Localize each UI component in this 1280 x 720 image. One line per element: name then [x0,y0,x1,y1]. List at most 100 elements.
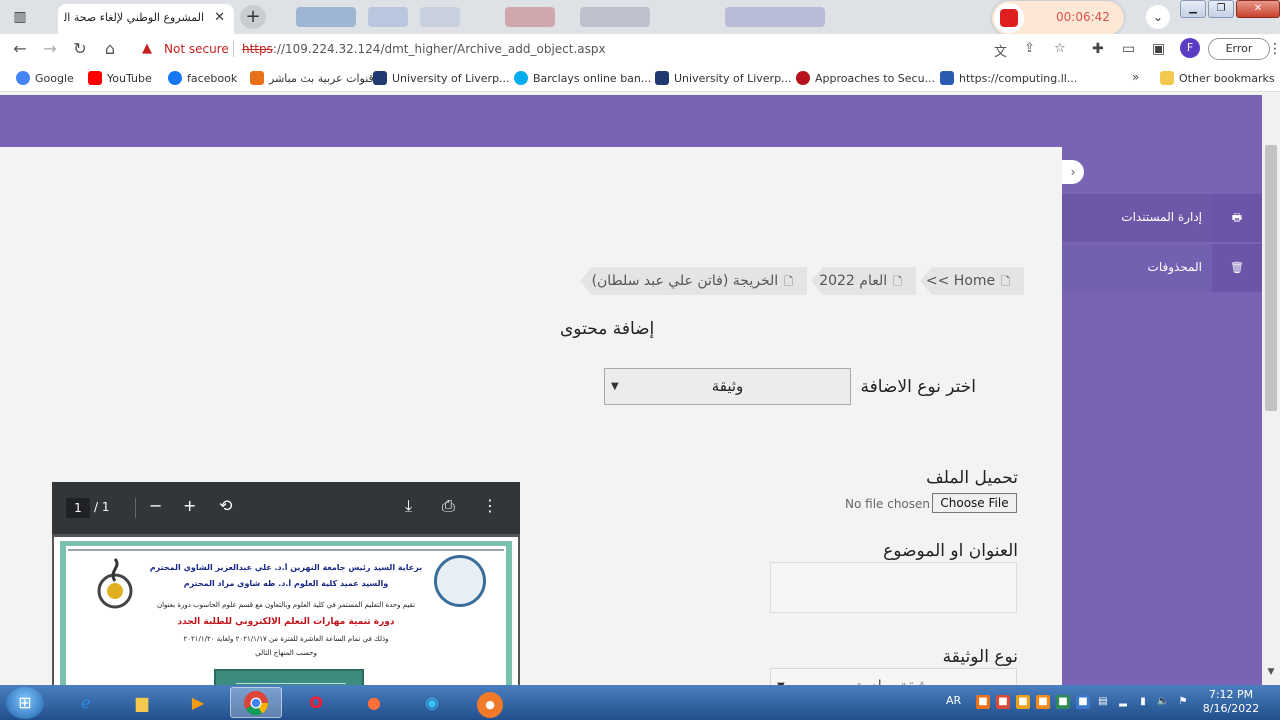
breadcrumb-home[interactable]: 🗋Home >> [920,267,1024,295]
scrollbar-thumb[interactable] [1265,145,1277,411]
rotate-icon[interactable]: ⟲ [219,496,232,515]
bookmark-liverpool-1[interactable]: University of Liverp... [373,71,510,85]
tray-app-icon[interactable]: ■ [1076,695,1090,709]
page-scrollbar[interactable]: ▼ [1262,95,1280,685]
approaches-icon [796,71,810,85]
profile-avatar[interactable]: F [1180,38,1200,58]
forward-arrow-icon[interactable]: → [38,37,62,61]
recording-time: 00:06:42 [1056,10,1110,24]
firefox-icon[interactable]: ● [348,687,400,718]
chevron-down-icon[interactable]: ⌄ [1146,5,1170,29]
tray-app-icon[interactable]: ■ [976,695,990,709]
pdf-viewer[interactable]: 1 / 1 − + ⟲ ⤓ ⎙ ⋮ برعاية السيد رئيس جامع… [52,482,520,685]
sidebar-toggle-chevron-icon[interactable]: › [1062,160,1084,184]
opera-icon[interactable]: O [290,687,342,718]
star-icon[interactable]: ☆ [1054,41,1066,56]
home-icon[interactable]: ⌂ [98,37,122,61]
breadcrumb-graduate[interactable]: 🗋الخريجة (فاتن علي عبد سلطان) [580,267,807,295]
not-secure-label[interactable]: Not secure [164,42,229,56]
sidebar-item-documents[interactable]: إدارة المستندات 🖶 [1062,194,1262,242]
more-menu-icon[interactable]: ⋮ [1268,41,1280,57]
choose-file-button[interactable]: Choose File [932,493,1017,513]
translate-icon[interactable]: 文 [994,41,1007,60]
close-icon[interactable]: ✕ [214,10,225,25]
doc-type-select[interactable]: ▼ وثيقة صادرة [770,668,1017,685]
sidepanel-icon[interactable]: ▣ [1152,41,1165,57]
cast-icon[interactable]: ▭ [1122,41,1135,57]
tray-app-icon[interactable]: ■ [1016,695,1030,709]
volume-icon[interactable]: 🔈 [1156,695,1170,709]
system-clock[interactable]: 7:12 PM 8/16/2022 [1196,688,1266,716]
new-tab-button[interactable]: + [240,5,266,29]
url-text[interactable]: https://109.224.32.124/dmt_higher/Archiv… [242,42,606,56]
signal-icon[interactable]: ▂ [1116,695,1130,709]
college-logo-icon [97,558,133,609]
edge-icon[interactable]: ◉ [406,687,458,718]
bookmark-approaches[interactable]: Approaches to Secu... [796,71,935,85]
url-scheme: https [242,42,273,56]
cert-line-5: وذلك في تمام الساعة العاشرة للفترة من ٢٠… [183,635,389,643]
windows-start-icon[interactable]: ⊞ [6,687,44,719]
bookmark-facebook[interactable]: facebook [168,71,237,85]
address-bar[interactable]: ▲ Not secure https://109.224.32.124/dmt_… [132,36,1084,63]
certificate-frame [60,543,66,685]
university-icon [655,71,669,85]
background-tab[interactable] [505,7,555,27]
recording-indicator[interactable]: 00:06:42 [992,1,1124,35]
cert-line-3: تقيم وحدة التعليم المستمر في كلية العلوم… [156,601,416,609]
screen-recorder-icon[interactable]: ● [464,687,516,718]
trash-icon: 🗑 [1212,244,1262,292]
scroll-down-arrow-icon[interactable]: ▼ [1265,667,1277,681]
file-explorer-icon[interactable]: ▆ [116,687,168,718]
certificate-frame [506,543,512,685]
other-bookmarks[interactable]: Other bookmarks [1160,71,1275,85]
zoom-out-icon[interactable]: − [149,496,162,515]
breadcrumb-year[interactable]: 🗋العام 2022 [811,267,916,295]
more-options-icon[interactable]: ⋮ [482,496,498,515]
background-tab[interactable] [725,7,825,27]
flag-icon[interactable]: ⚑ [1176,695,1190,709]
document-icon: 🗋 [893,275,902,288]
bookmark-youtube[interactable]: YouTube [88,71,152,85]
restore-icon[interactable]: ❐ [1208,0,1234,18]
reload-icon[interactable]: ↻ [68,37,92,61]
extensions-icon[interactable]: ✚ [1092,41,1104,57]
tray-app-icon[interactable]: ■ [1036,695,1050,709]
cert-line-6: وحسب المنهاج التالي [255,649,317,657]
battery-icon[interactable]: ▮ [1136,695,1150,709]
internet-explorer-icon[interactable]: ℯ [60,687,112,718]
subject-input[interactable] [770,562,1017,613]
minimize-icon[interactable]: ▁ [1180,0,1206,18]
browser-tab[interactable]: المشروع الوطني لإلغاء صحة الصدور ✕ [58,4,234,34]
chevron-double-right-icon[interactable]: » [1132,70,1139,84]
bookmark-arabic-channels[interactable]: قنوات عربية بث مباشر [250,71,374,85]
zoom-in-icon[interactable]: + [183,496,196,515]
bookmark-computing[interactable]: https://computing.ll... [940,71,1077,85]
bookmark-google[interactable]: Google [16,71,74,85]
add-type-select[interactable]: ▼ وثيقة [604,368,851,405]
chevron-down-icon: ▼ [777,669,785,685]
download-icon[interactable]: ⤓ [405,496,412,516]
tray-app-icon[interactable]: ■ [996,695,1010,709]
background-tab[interactable] [580,7,650,27]
chrome-icon[interactable] [230,687,282,718]
bookmark-liverpool-2[interactable]: University of Liverp... [655,71,792,85]
stop-recording-icon[interactable] [994,3,1024,33]
back-arrow-icon[interactable]: ← [8,37,32,61]
bookmark-barclays[interactable]: Barclays online ban... [514,71,651,85]
network-icon[interactable]: ▤ [1096,695,1110,709]
sidebar-item-deleted[interactable]: المحذوفات 🗑 [1062,244,1262,292]
certificate-frame [68,549,504,551]
tab-search-menu-icon[interactable]: ▥ [8,6,32,28]
print-icon[interactable]: ⎙ [442,496,455,516]
background-tab[interactable] [368,7,408,27]
background-tab[interactable] [420,7,460,27]
media-player-icon[interactable]: ▶ [172,687,224,718]
page-number-input[interactable]: 1 [66,498,90,518]
error-button[interactable]: Error [1208,38,1270,60]
share-icon[interactable]: ⇪ [1024,41,1035,56]
language-indicator[interactable]: AR [946,694,961,707]
window-close-icon[interactable]: ✕ [1236,0,1280,18]
tray-app-icon[interactable]: ■ [1056,695,1070,709]
background-tab[interactable] [296,7,356,27]
